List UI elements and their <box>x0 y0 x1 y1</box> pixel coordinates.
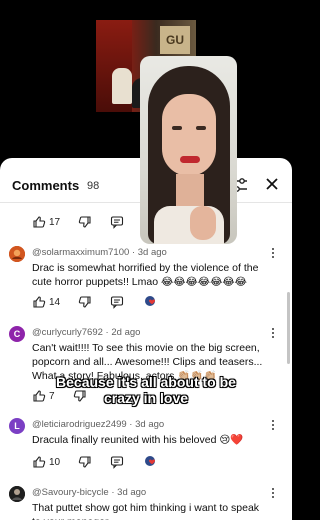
more-icon[interactable] <box>272 328 276 340</box>
avatar[interactable]: L <box>9 418 25 434</box>
puppet-figure <box>112 68 132 104</box>
avatar-image-icon <box>9 246 25 262</box>
comment-meta: @leticiarodriguez2499 · 3d ago <box>32 419 165 430</box>
dislike-icon[interactable] <box>78 215 92 229</box>
like-count: 14 <box>49 296 61 308</box>
webcam-lips <box>180 156 200 163</box>
comment-meta: @Savoury-bicycle · 3d ago <box>32 487 147 498</box>
comment-meta: @solarmaxximum7100 · 3d ago <box>32 247 167 258</box>
reply-icon[interactable] <box>110 455 124 469</box>
close-icon[interactable] <box>264 176 280 192</box>
webcam-overlay <box>140 56 237 244</box>
comment-author[interactable]: @Savoury-bicycle <box>32 487 109 498</box>
comment-text: Drac is somewhat horrified by the violen… <box>32 262 259 288</box>
comment-time: 3d ago <box>137 247 167 258</box>
scrollbar[interactable] <box>287 292 290 364</box>
like-count: 17 <box>49 216 61 228</box>
webcam-eye <box>172 126 182 130</box>
video-caption-line: Because it's all about to be <box>56 374 236 390</box>
comment-text: Dracula finally reunited with his belove… <box>32 434 244 446</box>
comment-author[interactable]: @solarmaxximum7100 <box>32 247 129 258</box>
more-icon[interactable] <box>272 420 276 432</box>
comments-title: Comments <box>12 178 80 193</box>
like-icon[interactable] <box>32 215 46 229</box>
webcam-hand <box>190 206 216 240</box>
video-sign: GU <box>160 26 190 54</box>
comment-author[interactable]: @leticiarodriguez2499 <box>32 419 127 430</box>
more-icon[interactable] <box>272 248 276 260</box>
comment-actions: 14 <box>32 294 158 310</box>
avatar[interactable]: C <box>9 326 25 342</box>
dislike-icon[interactable] <box>78 295 92 309</box>
webcam-eye <box>196 126 206 130</box>
comment-actions: 17 <box>32 214 144 230</box>
comment-actions: 10 <box>32 454 158 470</box>
comment-time: 3d ago <box>117 487 147 498</box>
avatar[interactable] <box>9 486 25 502</box>
creator-heart-icon <box>145 296 156 306</box>
comment-time: 2d ago <box>111 327 141 338</box>
comment-text: That puttet show got him thinking i want… <box>32 502 260 520</box>
avatar[interactable] <box>9 246 25 262</box>
comment-time: 3d ago <box>135 419 165 430</box>
reply-icon[interactable] <box>110 215 124 229</box>
comments-count: 98 <box>87 180 100 192</box>
webcam-face <box>162 94 216 176</box>
comment-meta: @curlycurly7692 · 2d ago <box>32 327 141 338</box>
avatar-image-icon <box>9 486 25 502</box>
like-count: 10 <box>49 456 61 468</box>
reply-icon[interactable] <box>110 295 124 309</box>
creator-heart-icon <box>145 456 156 466</box>
like-icon[interactable] <box>32 455 46 469</box>
like-icon[interactable] <box>32 295 46 309</box>
comment-author[interactable]: @curlycurly7692 <box>32 327 103 338</box>
video-caption-line: crazy in love <box>103 390 189 406</box>
more-icon[interactable] <box>272 488 276 500</box>
dislike-icon[interactable] <box>78 455 92 469</box>
